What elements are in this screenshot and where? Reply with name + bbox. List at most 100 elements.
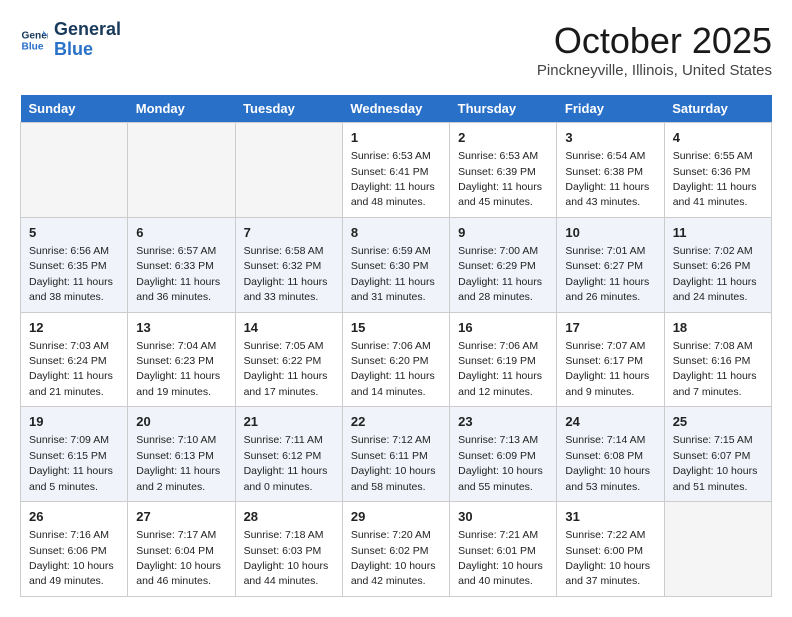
day-info: Sunrise: 7:05 AM Sunset: 6:22 PM Dayligh… [244, 340, 328, 398]
title-section: October 2025 Pinckneyville, Illinois, Un… [537, 20, 772, 79]
calendar-table: SundayMondayTuesdayWednesdayThursdayFrid… [20, 95, 772, 597]
day-info: Sunrise: 6:56 AM Sunset: 6:35 PM Dayligh… [29, 245, 113, 303]
day-info: Sunrise: 7:02 AM Sunset: 6:26 PM Dayligh… [673, 245, 757, 303]
calendar-cell: 29 Sunrise: 7:20 AM Sunset: 6:02 PM Dayli… [342, 502, 449, 597]
calendar-cell: 7 Sunrise: 6:58 AM Sunset: 6:32 PM Daylig… [235, 217, 342, 312]
day-number: 31 [565, 508, 655, 526]
day-number: 7 [244, 224, 334, 242]
day-number: 6 [136, 224, 226, 242]
calendar-cell: 27Sunrise: 7:17 AM Sunset: 6:04 PM Dayli… [128, 502, 235, 597]
calendar-cell [128, 123, 235, 218]
calendar-cell: 22Sunrise: 7:12 AM Sunset: 6:11 PM Dayli… [342, 407, 449, 502]
month-title: October 2025 [537, 20, 772, 62]
day-number: 19 [29, 413, 119, 431]
day-info: Sunrise: 7:18 AM Sunset: 6:03 PM Dayligh… [244, 529, 329, 587]
day-header-friday: Friday [557, 95, 664, 123]
day-info: Sunrise: 6:57 AM Sunset: 6:33 PM Dayligh… [136, 245, 220, 303]
calendar-cell: 8Sunrise: 6:59 AM Sunset: 6:30 PM Daylig… [342, 217, 449, 312]
day-info: Sunrise: 7:11 AM Sunset: 6:12 PM Dayligh… [244, 434, 328, 492]
day-info: Sunrise: 7:21 AM Sunset: 6:01 PM Dayligh… [458, 529, 543, 587]
calendar-cell: 26Sunrise: 7:16 AM Sunset: 6:06 PM Dayli… [21, 502, 128, 597]
day-number: 2 [458, 129, 548, 147]
calendar-cell: 17Sunrise: 7:07 AM Sunset: 6:17 PM Dayli… [557, 312, 664, 407]
day-number: 12 [29, 319, 119, 337]
calendar-cell: 21 Sunrise: 7:11 AM Sunset: 6:12 PM Dayli… [235, 407, 342, 502]
day-info: Sunrise: 6:55 AM Sunset: 6:36 PM Dayligh… [673, 150, 757, 208]
day-info: Sunrise: 7:17 AM Sunset: 6:04 PM Dayligh… [136, 529, 221, 587]
calendar-cell: 11 Sunrise: 7:02 AM Sunset: 6:26 PM Dayli… [664, 217, 771, 312]
calendar-cell: 20 Sunrise: 7:10 AM Sunset: 6:13 PM Dayli… [128, 407, 235, 502]
day-number: 29 [351, 508, 441, 526]
calendar-cell: 2 Sunrise: 6:53 AM Sunset: 6:39 PM Daylig… [450, 123, 557, 218]
calendar-cell: 6 Sunrise: 6:57 AM Sunset: 6:33 PM Daylig… [128, 217, 235, 312]
day-number: 15 [351, 319, 441, 337]
day-info: Sunrise: 6:53 AM Sunset: 6:39 PM Dayligh… [458, 150, 542, 208]
calendar-cell: 16Sunrise: 7:06 AM Sunset: 6:19 PM Dayli… [450, 312, 557, 407]
day-info: Sunrise: 7:03 AM Sunset: 6:24 PM Dayligh… [29, 340, 113, 398]
day-info: Sunrise: 7:12 AM Sunset: 6:11 PM Dayligh… [351, 434, 436, 492]
day-info: Sunrise: 7:00 AM Sunset: 6:29 PM Dayligh… [458, 245, 542, 303]
calendar-cell: 4 Sunrise: 6:55 AM Sunset: 6:36 PM Daylig… [664, 123, 771, 218]
day-info: Sunrise: 7:06 AM Sunset: 6:20 PM Dayligh… [351, 340, 435, 398]
calendar-cell: 23 Sunrise: 7:13 AM Sunset: 6:09 PM Dayli… [450, 407, 557, 502]
day-number: 11 [673, 224, 763, 242]
day-number: 5 [29, 224, 119, 242]
day-info: Sunrise: 7:08 AM Sunset: 6:16 PM Dayligh… [673, 340, 757, 398]
day-info: Sunrise: 7:10 AM Sunset: 6:13 PM Dayligh… [136, 434, 220, 492]
day-number: 14 [244, 319, 334, 337]
day-info: Sunrise: 7:20 AM Sunset: 6:02 PM Dayligh… [351, 529, 436, 587]
day-info: Sunrise: 7:04 AM Sunset: 6:23 PM Dayligh… [136, 340, 220, 398]
calendar-cell: 9 Sunrise: 7:00 AM Sunset: 6:29 PM Daylig… [450, 217, 557, 312]
calendar-week-row: 26Sunrise: 7:16 AM Sunset: 6:06 PM Dayli… [21, 502, 772, 597]
calendar-cell: 19 Sunrise: 7:09 AM Sunset: 6:15 PM Dayli… [21, 407, 128, 502]
day-info: Sunrise: 7:01 AM Sunset: 6:27 PM Dayligh… [565, 245, 649, 303]
day-info: Sunrise: 6:59 AM Sunset: 6:30 PM Dayligh… [351, 245, 435, 303]
day-number: 10 [565, 224, 655, 242]
day-header-saturday: Saturday [664, 95, 771, 123]
calendar-cell [664, 502, 771, 597]
day-header-tuesday: Tuesday [235, 95, 342, 123]
day-number: 18 [673, 319, 763, 337]
day-header-monday: Monday [128, 95, 235, 123]
page-header: General Blue General Blue October 2025 P… [20, 20, 772, 79]
day-header-sunday: Sunday [21, 95, 128, 123]
day-info: Sunrise: 7:09 AM Sunset: 6:15 PM Dayligh… [29, 434, 113, 492]
calendar-cell: 25Sunrise: 7:15 AM Sunset: 6:07 PM Dayli… [664, 407, 771, 502]
day-number: 28 [244, 508, 334, 526]
day-info: Sunrise: 7:13 AM Sunset: 6:09 PM Dayligh… [458, 434, 543, 492]
day-number: 4 [673, 129, 763, 147]
calendar-week-row: 1 Sunrise: 6:53 AM Sunset: 6:41 PM Daylig… [21, 123, 772, 218]
day-number: 3 [565, 129, 655, 147]
calendar-cell: 30 Sunrise: 7:21 AM Sunset: 6:01 PM Dayli… [450, 502, 557, 597]
day-info: Sunrise: 6:58 AM Sunset: 6:32 PM Dayligh… [244, 245, 328, 303]
calendar-header-row: SundayMondayTuesdayWednesdayThursdayFrid… [21, 95, 772, 123]
calendar-week-row: 5 Sunrise: 6:56 AM Sunset: 6:35 PM Daylig… [21, 217, 772, 312]
logo-line1: General [54, 20, 121, 40]
day-info: Sunrise: 6:53 AM Sunset: 6:41 PM Dayligh… [351, 150, 435, 208]
calendar-cell: 15 Sunrise: 7:06 AM Sunset: 6:20 PM Dayli… [342, 312, 449, 407]
day-number: 23 [458, 413, 548, 431]
calendar-cell: 14 Sunrise: 7:05 AM Sunset: 6:22 PM Dayli… [235, 312, 342, 407]
calendar-cell: 13 Sunrise: 7:04 AM Sunset: 6:23 PM Dayli… [128, 312, 235, 407]
day-info: Sunrise: 7:16 AM Sunset: 6:06 PM Dayligh… [29, 529, 114, 587]
day-number: 1 [351, 129, 441, 147]
calendar-cell: 18 Sunrise: 7:08 AM Sunset: 6:16 PM Dayli… [664, 312, 771, 407]
day-info: Sunrise: 7:22 AM Sunset: 6:00 PM Dayligh… [565, 529, 650, 587]
calendar-week-row: 12 Sunrise: 7:03 AM Sunset: 6:24 PM Dayli… [21, 312, 772, 407]
calendar-cell: 1 Sunrise: 6:53 AM Sunset: 6:41 PM Daylig… [342, 123, 449, 218]
day-number: 21 [244, 413, 334, 431]
day-info: Sunrise: 7:15 AM Sunset: 6:07 PM Dayligh… [673, 434, 758, 492]
calendar-cell: 31 Sunrise: 7:22 AM Sunset: 6:00 PM Dayli… [557, 502, 664, 597]
logo-icon: General Blue [20, 26, 48, 54]
day-number: 30 [458, 508, 548, 526]
calendar-cell: 28 Sunrise: 7:18 AM Sunset: 6:03 PM Dayli… [235, 502, 342, 597]
day-number: 13 [136, 319, 226, 337]
calendar-cell: 10 Sunrise: 7:01 AM Sunset: 6:27 PM Dayli… [557, 217, 664, 312]
calendar-week-row: 19 Sunrise: 7:09 AM Sunset: 6:15 PM Dayli… [21, 407, 772, 502]
day-number: 9 [458, 224, 548, 242]
calendar-cell: 24Sunrise: 7:14 AM Sunset: 6:08 PM Dayli… [557, 407, 664, 502]
calendar-cell [235, 123, 342, 218]
day-number: 20 [136, 413, 226, 431]
calendar-cell: 5 Sunrise: 6:56 AM Sunset: 6:35 PM Daylig… [21, 217, 128, 312]
day-info: Sunrise: 7:07 AM Sunset: 6:17 PM Dayligh… [565, 340, 649, 398]
